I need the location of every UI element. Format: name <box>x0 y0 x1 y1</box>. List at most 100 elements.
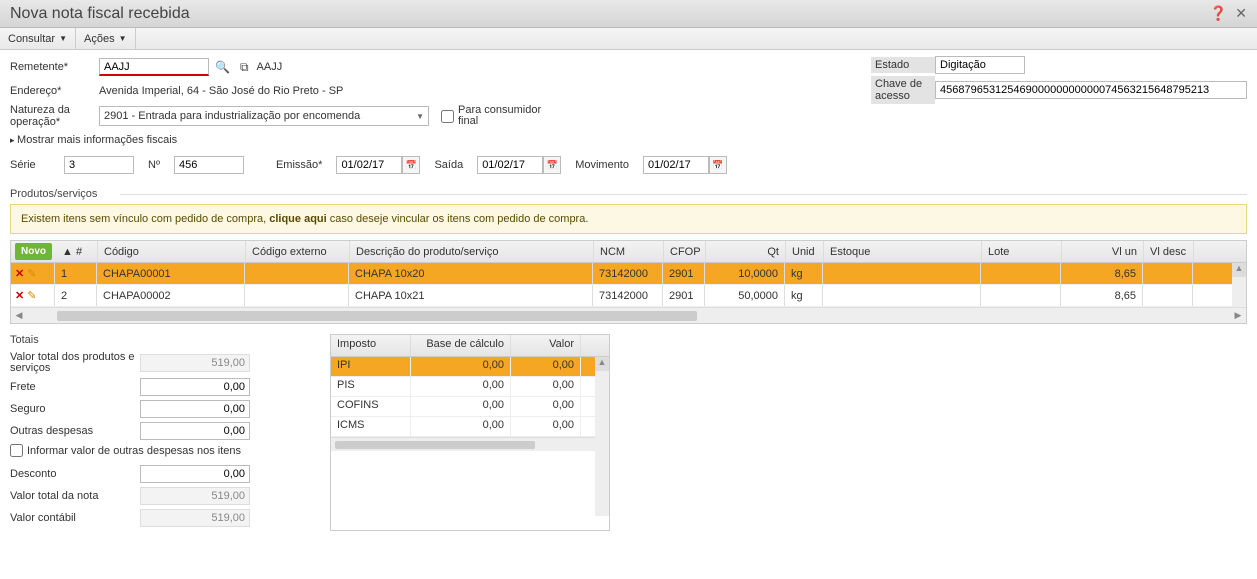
col-imposto[interactable]: Imposto <box>331 335 411 356</box>
scroll-thumb[interactable] <box>57 311 697 321</box>
valor-total-field <box>140 354 250 372</box>
calendar-icon[interactable]: 📅 <box>709 156 727 174</box>
col-cfop[interactable]: CFOP <box>664 241 706 262</box>
scroll-up-icon[interactable]: ▲ <box>1232 263 1246 277</box>
cell-lote <box>981 263 1061 284</box>
cell-unid: kg <box>785 285 823 306</box>
close-icon[interactable]: ✕ <box>1235 5 1247 22</box>
col-vlun[interactable]: Vl un <box>1062 241 1144 262</box>
external-link-icon[interactable]: ⧉ <box>240 60 249 75</box>
numero-label: Nº <box>148 159 160 171</box>
emissao-field[interactable] <box>336 156 402 174</box>
col-descricao[interactable]: Descrição do produto/serviço <box>350 241 594 262</box>
chevron-down-icon: ▼ <box>119 34 127 43</box>
calendar-icon[interactable]: 📅 <box>402 156 420 174</box>
col-ncm[interactable]: NCM <box>594 241 664 262</box>
cell-desc: CHAPA 10x20 <box>349 263 593 284</box>
tax-hscroll[interactable]: ▶ <box>331 437 609 451</box>
grid-vscroll[interactable]: ▲ <box>1232 263 1246 307</box>
natureza-select[interactable]: 2901 - Entrada para industrialização por… <box>99 106 429 126</box>
tax-row[interactable]: COFINS 0,00 0,00 <box>331 397 609 417</box>
col-unid[interactable]: Unid <box>786 241 824 262</box>
col-vldesc[interactable]: Vl desc <box>1144 241 1194 262</box>
consumidor-checkbox-wrap[interactable]: Para consumidor final <box>441 105 558 127</box>
consumidor-label: Para consumidor final <box>458 105 558 127</box>
edit-icon[interactable]: ✎ <box>27 267 36 280</box>
serie-label: Série <box>10 159 50 171</box>
cell-base: 0,00 <box>411 377 511 396</box>
movimento-field[interactable] <box>643 156 709 174</box>
col-seq[interactable]: ▲ # <box>56 241 98 262</box>
edit-icon[interactable]: ✎ <box>27 289 36 302</box>
menu-consultar[interactable]: Consultar▼ <box>0 28 76 49</box>
estado-field[interactable] <box>935 56 1025 74</box>
scroll-right-icon[interactable]: ▶ <box>1230 310 1246 321</box>
outras-label: Outras despesas <box>10 425 140 437</box>
cell-ncm: 73142000 <box>593 263 663 284</box>
valor-nota-label: Valor total da nota <box>10 490 140 502</box>
cell-codigo: CHAPA00001 <box>97 263 245 284</box>
menu-acoes[interactable]: Ações▼ <box>76 28 136 49</box>
search-icon[interactable]: 🔍 <box>215 60 230 74</box>
saida-field[interactable] <box>477 156 543 174</box>
col-cod-externo[interactable]: Código externo <box>246 241 350 262</box>
tax-row[interactable]: ICMS 0,00 0,00 <box>331 417 609 437</box>
cell-valor: 0,00 <box>511 377 581 396</box>
valor-contabil-field <box>140 509 250 527</box>
cell-imposto: IPI <box>331 357 411 376</box>
novo-button[interactable]: Novo <box>15 243 52 260</box>
grid-hscroll[interactable]: ◀▶ <box>11 307 1246 323</box>
valor-nota-field <box>140 487 250 505</box>
titlebar: Nova nota fiscal recebida ❓ ✕ <box>0 0 1257 28</box>
delete-icon[interactable]: ✕ <box>15 289 24 302</box>
table-row[interactable]: ✕✎ 2 CHAPA00002 CHAPA 10x21 73142000 290… <box>11 285 1246 307</box>
scroll-thumb[interactable] <box>335 441 535 449</box>
warn-link[interactable]: clique aqui <box>269 213 326 225</box>
scroll-left-icon[interactable]: ◀ <box>11 310 27 321</box>
valor-contabil-label: Valor contábil <box>10 512 140 524</box>
scroll-up-icon[interactable]: ▲ <box>595 357 609 371</box>
warning-box: Existem itens sem vínculo com pedido de … <box>10 204 1247 234</box>
seguro-field[interactable] <box>140 400 250 418</box>
calendar-icon[interactable]: 📅 <box>543 156 561 174</box>
frete-field[interactable] <box>140 378 250 396</box>
remetente-link-text[interactable]: AAJJ <box>257 61 283 73</box>
frete-label: Frete <box>10 381 140 393</box>
header-form: Estado Chave de acesso Remetente* 🔍 ⧉ AA… <box>0 50 1257 176</box>
outras-field[interactable] <box>140 422 250 440</box>
desconto-label: Desconto <box>10 468 140 480</box>
tax-row[interactable]: PIS 0,00 0,00 <box>331 377 609 397</box>
cell-valor: 0,00 <box>511 417 581 436</box>
col-estoque[interactable]: Estoque <box>824 241 982 262</box>
cell-seq: 2 <box>55 285 97 306</box>
cell-base: 0,00 <box>411 397 511 416</box>
tax-header: Imposto Base de cálculo Valor <box>331 335 609 357</box>
help-icon[interactable]: ❓ <box>1210 5 1227 22</box>
serie-field[interactable] <box>64 156 134 174</box>
numero-field[interactable] <box>174 156 244 174</box>
mostrar-mais-link[interactable]: Mostrar mais informações fiscais <box>10 130 1247 154</box>
col-lote[interactable]: Lote <box>982 241 1062 262</box>
cell-lote <box>981 285 1061 306</box>
col-codigo[interactable]: Código <box>98 241 246 262</box>
informar-checkbox-wrap[interactable]: Informar valor de outras despesas nos it… <box>10 444 300 457</box>
delete-icon[interactable]: ✕ <box>15 267 24 280</box>
desconto-field[interactable] <box>140 465 250 483</box>
table-row[interactable]: ✕✎ 1 CHAPA00001 CHAPA 10x20 73142000 290… <box>11 263 1246 285</box>
cell-qt: 50,0000 <box>705 285 785 306</box>
cell-imposto: ICMS <box>331 417 411 436</box>
col-qt[interactable]: Qt <box>706 241 786 262</box>
tax-row[interactable]: IPI 0,00 0,00 <box>331 357 609 377</box>
movimento-label: Movimento <box>575 159 629 171</box>
chave-acesso-field[interactable] <box>935 81 1247 99</box>
window-title: Nova nota fiscal recebida <box>10 5 1210 23</box>
remetente-field[interactable] <box>99 58 209 76</box>
cell-codigo: CHAPA00002 <box>97 285 245 306</box>
estado-label: Estado <box>871 57 935 73</box>
col-base[interactable]: Base de cálculo <box>411 335 511 356</box>
cell-base: 0,00 <box>411 417 511 436</box>
tax-vscroll[interactable]: ▲ <box>595 357 609 516</box>
informar-checkbox[interactable] <box>10 444 23 457</box>
col-valor[interactable]: Valor <box>511 335 581 356</box>
consumidor-checkbox[interactable] <box>441 110 454 123</box>
